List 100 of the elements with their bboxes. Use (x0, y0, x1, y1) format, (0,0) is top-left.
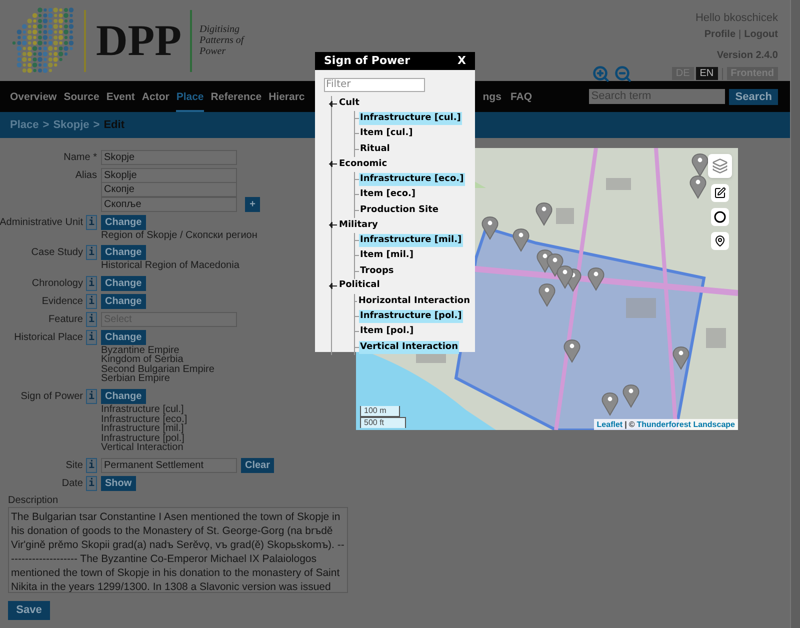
change-button[interactable]: Change (101, 245, 146, 260)
tree-item[interactable]: Infrastructure [mil.] (359, 234, 463, 247)
group-label[interactable]: Military (339, 218, 378, 232)
value-text: Infrastructure [pol.] (101, 434, 186, 444)
breadcrumb-link[interactable]: Skopje (53, 116, 90, 134)
dialog-title: Sign of Power (324, 52, 410, 69)
nav-link[interactable]: Hierarc (268, 82, 305, 112)
scrollbar[interactable] (790, 0, 800, 628)
map-marker-icon[interactable] (588, 268, 604, 290)
clear-button[interactable]: Clear (241, 458, 274, 474)
change-button[interactable]: Change (101, 214, 146, 230)
info-button[interactable]: i (86, 476, 97, 492)
tree-item[interactable]: Item [cul.] (359, 127, 414, 140)
tree-item[interactable]: Item [eco.] (359, 188, 417, 202)
logo-tagline: Patterns of (200, 35, 244, 46)
breadcrumb-link[interactable]: Place (10, 116, 39, 134)
group-label[interactable]: Cult (339, 96, 360, 110)
value-text: Infrastructure [mil.] (101, 424, 184, 434)
tree-item[interactable]: Infrastructure [eco.] (359, 173, 465, 186)
language-button[interactable]: EN (696, 67, 718, 80)
nav-link[interactable]: Event (106, 82, 135, 112)
edit-icon (714, 187, 726, 199)
map-marker-icon[interactable] (672, 346, 690, 370)
tree-item[interactable]: Ritual (359, 142, 391, 156)
draw-button[interactable] (711, 184, 729, 202)
text-field[interactable]: Скопље (101, 196, 237, 212)
field-label: Historical Place (14, 330, 83, 345)
zoom-in-icon[interactable] (592, 64, 610, 82)
map-marker-icon[interactable] (564, 340, 580, 362)
change-button[interactable]: Change (101, 294, 146, 309)
map-marker-icon[interactable] (538, 284, 556, 306)
tree-item[interactable]: Production Site (359, 204, 440, 217)
map-marker-icon[interactable] (482, 216, 498, 240)
tree-item[interactable]: Infrastructure [cul.] (359, 112, 462, 126)
circle-icon (714, 211, 726, 223)
map-marker-icon[interactable] (690, 176, 706, 198)
logo-text: DPP (96, 18, 182, 62)
tree-item[interactable]: Item [mil.] (359, 249, 414, 262)
text-field[interactable]: Skopje (101, 150, 237, 165)
nav-link[interactable]: FAQ (510, 82, 532, 112)
close-button[interactable]: X (458, 52, 466, 70)
change-button[interactable]: Change (101, 389, 146, 404)
map-marker-icon[interactable] (602, 392, 618, 416)
info-button[interactable]: i (86, 389, 97, 404)
add-button[interactable]: + (245, 196, 260, 212)
description-field[interactable]: The Bulgarian tsar Constantine I Asen mentioned the town of Skopje in his donation of goods to the Monastery of St. George-Gorg (na brъdě Vir'gině prěmo Skopii grad(a) nadъ Serěvǫ, vъ grad(ě) Skopьskomъ). --------------------- The Byzantine Co-Emperor Michael IX Palaiologos mentioned the town of Skopje in his donation to the monastery of Saint Nikita in the years 1299/1300. In 1308 a Slavonic version was issued (8, 507, 348, 594)
info-button[interactable]: i (86, 214, 97, 230)
tree-item[interactable]: Vertical Interaction (359, 340, 460, 354)
nav-link[interactable]: ngs (482, 82, 502, 112)
change-button[interactable]: Show (101, 476, 136, 492)
nav-link[interactable]: Source (64, 82, 100, 112)
collapse-icon[interactable] (329, 161, 337, 168)
breadcrumb-current: Edit (104, 118, 124, 133)
field-label: Feature (48, 312, 83, 327)
provider-link[interactable]: Thunderforest Landscape (636, 419, 735, 430)
value-text: Infrastructure [cul.] (101, 405, 184, 415)
value-text: Serbian Empire (101, 374, 170, 384)
group-label[interactable]: Political (339, 279, 380, 293)
tree-item[interactable]: Item [pol.] (359, 325, 415, 338)
circle-button[interactable] (711, 208, 729, 226)
field-label: Sign of Power (20, 390, 83, 404)
info-button[interactable]: i (86, 458, 97, 474)
logo-tagline: Digitising (200, 24, 241, 35)
save-button[interactable]: Save (8, 601, 50, 620)
collapse-icon[interactable] (329, 222, 337, 228)
map-marker-icon[interactable] (536, 202, 552, 226)
map-marker-icon[interactable] (622, 384, 640, 408)
info-button[interactable]: i (86, 294, 97, 309)
change-button[interactable]: Change (101, 276, 146, 291)
scale-bar: 100 m (360, 406, 400, 417)
collapse-icon[interactable] (329, 100, 337, 106)
info-button[interactable]: i (86, 245, 97, 260)
marker-button[interactable] (711, 232, 729, 250)
tree-item[interactable]: Horizontal Interaction (357, 294, 471, 308)
field-label: Evidence (42, 294, 83, 309)
tree-item[interactable]: Troops (359, 264, 395, 278)
tree-item[interactable]: Infrastructure [pol.] (359, 310, 463, 324)
info-button[interactable]: i (86, 330, 97, 345)
nav-link[interactable]: Actor (142, 82, 170, 112)
collapse-icon[interactable] (329, 283, 337, 290)
breadcrumb-separator: > (42, 118, 50, 133)
info-button[interactable]: i (86, 276, 97, 291)
map-marker-icon[interactable] (512, 228, 530, 252)
filter-field[interactable]: Filter (324, 78, 425, 92)
nav-link[interactable]: Overview (10, 82, 57, 112)
layers-button[interactable] (708, 154, 732, 178)
map-marker-icon[interactable] (556, 266, 574, 288)
leaflet-link[interactable]: Leaflet (596, 419, 623, 430)
copyright-text: © (628, 419, 635, 430)
nav-link[interactable]: Reference (210, 82, 262, 112)
search-button[interactable]: Search (729, 88, 778, 104)
change-button[interactable]: Change (101, 330, 146, 345)
info-button[interactable]: i (86, 312, 97, 327)
text-field[interactable]: Permanent Settlement (101, 458, 237, 474)
text-field[interactable]: Skoplje (101, 168, 237, 183)
zoom-out-icon[interactable] (614, 64, 632, 82)
group-label[interactable]: Economic (339, 158, 388, 172)
map-marker-icon[interactable] (546, 254, 564, 276)
text-field[interactable]: Скопје (101, 182, 237, 198)
map-marker-icon[interactable] (692, 154, 708, 176)
